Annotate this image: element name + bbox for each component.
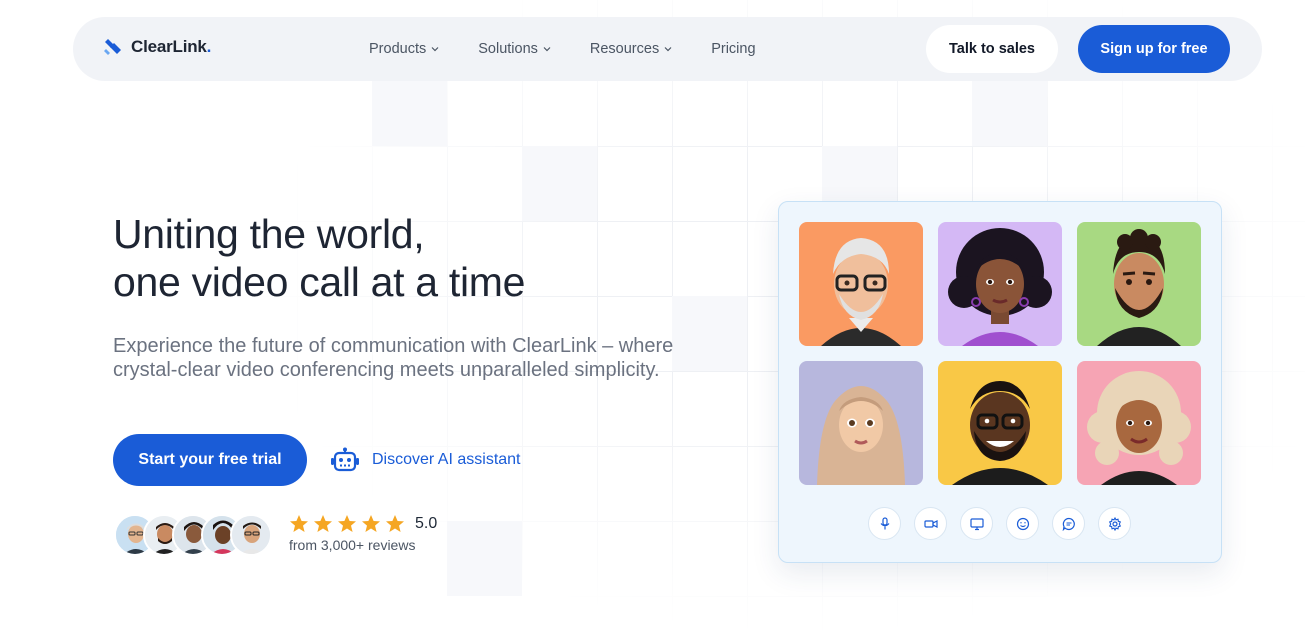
video-call-preview: [778, 201, 1222, 563]
background-cell: [972, 71, 1047, 146]
menu-solutions-label: Solutions: [478, 41, 538, 57]
chevron-down-icon: [664, 47, 672, 52]
star-icon: [338, 515, 356, 532]
menu-pricing[interactable]: Pricing: [711, 41, 755, 57]
settings-button[interactable]: [1098, 507, 1131, 540]
emoji-button[interactable]: [1006, 507, 1039, 540]
star-icon: [290, 515, 308, 532]
microphone-button[interactable]: [868, 507, 901, 540]
camera-button[interactable]: [914, 507, 947, 540]
discover-ai-assistant-label: Discover AI assistant: [372, 451, 521, 468]
rating-summary: 5.0 from 3,000+ reviews: [289, 513, 437, 553]
chevron-down-icon: [431, 47, 439, 52]
review-count: from 3,000+ reviews: [289, 537, 416, 553]
logo-mark-icon: [104, 39, 121, 55]
chat-icon: [1062, 517, 1075, 531]
emoji-icon: [1016, 517, 1029, 530]
avatar: [230, 514, 272, 556]
start-free-trial-button[interactable]: Start your free trial: [113, 434, 307, 486]
microphone-icon: [880, 516, 889, 529]
background-cell: [447, 521, 522, 596]
brand-logo[interactable]: ClearLink.: [104, 37, 211, 57]
chat-button[interactable]: [1052, 507, 1085, 540]
settings-icon: [1108, 516, 1121, 531]
main-menu: Products Solutions Resources Pricing: [369, 17, 795, 81]
menu-resources[interactable]: Resources: [590, 41, 672, 57]
menu-resources-label: Resources: [589, 41, 660, 57]
camera-icon: [923, 519, 938, 528]
sign-up-button[interactable]: Sign up for free: [1078, 25, 1230, 73]
participant-tile-woman-curly-hair: [938, 222, 1062, 346]
participant-tile-older-man: [799, 222, 923, 346]
hero-subtext: Experience the future of communication w…: [113, 335, 674, 381]
top-navigation: ClearLink. Products Solutions Resources …: [73, 17, 1262, 81]
talk-to-sales-button[interactable]: Talk to sales: [926, 25, 1058, 73]
menu-solutions[interactable]: Solutions: [478, 41, 551, 57]
star-rating: 5.0: [289, 513, 437, 535]
participant-tile-man-beard: [1077, 222, 1201, 346]
rating-score: 5.0: [415, 515, 438, 532]
discover-ai-assistant-link[interactable]: Discover AI assistant: [330, 446, 521, 474]
menu-pricing-label: Pricing: [711, 41, 756, 57]
background-cell: [672, 296, 747, 371]
headline-line-1: Uniting the world,: [113, 211, 425, 257]
hero-headline: Uniting the world, one video call at a t…: [113, 210, 673, 306]
star-icon: [362, 515, 380, 532]
chevron-down-icon: [543, 47, 551, 52]
screen-share-icon: [969, 517, 984, 530]
menu-products[interactable]: Products: [369, 41, 439, 57]
star-icon: [314, 515, 332, 532]
robot-icon: [331, 447, 359, 472]
participant-tile-man-glasses: [938, 361, 1062, 485]
participant-tile-woman-blonde: [1077, 361, 1201, 485]
menu-products-label: Products: [369, 41, 427, 57]
headline-line-2: one video call at a time: [113, 259, 526, 305]
reviewer-avatars: [114, 514, 272, 558]
background-cell: [372, 71, 447, 146]
screen-share-button[interactable]: [960, 507, 993, 540]
star-icon: [386, 515, 404, 532]
participant-tile-woman-hijab: [799, 361, 923, 485]
brand-name: ClearLink.: [131, 37, 212, 56]
